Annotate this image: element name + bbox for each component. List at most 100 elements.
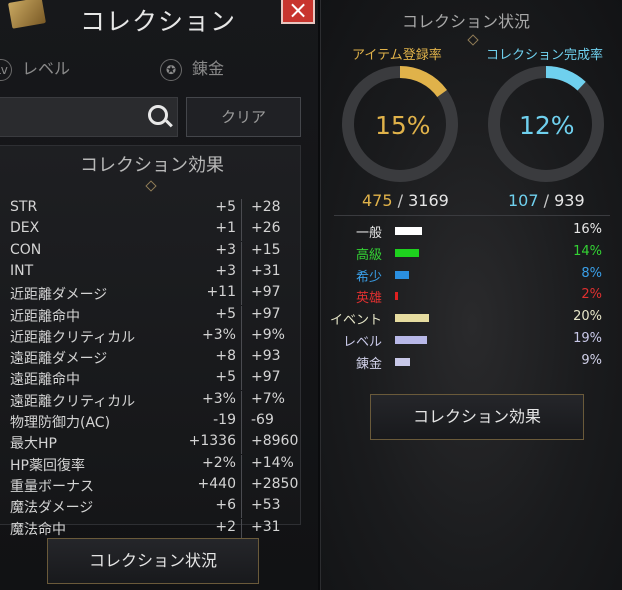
registration-count: 475 / 3169 <box>362 191 449 210</box>
stat-divider <box>241 433 242 455</box>
stat-divider <box>241 241 242 263</box>
divider <box>334 215 610 216</box>
stat-value-current: +2 <box>215 518 236 535</box>
stat-value-current: +5 <box>215 199 236 215</box>
stat-value-max: +15 <box>251 241 281 258</box>
rarity-bar <box>395 270 409 279</box>
search-icon[interactable] <box>148 105 168 125</box>
rarity-name: 一般 <box>355 226 382 241</box>
stat-value-current: +6 <box>215 497 236 514</box>
completion-current: 107 <box>508 191 539 210</box>
stat-name: 近距離命中 <box>10 308 80 325</box>
stat-name: 遠距離クリティカル <box>10 393 136 410</box>
stat-row: 遠距離命中 +5 +97 <box>0 369 300 391</box>
status-title: コレクション状況 <box>402 12 531 31</box>
stat-value-current: +3 <box>215 262 236 279</box>
stat-divider <box>241 497 242 519</box>
stat-divider <box>241 454 242 476</box>
stat-row: 遠距離クリティカル +3% +7% <box>0 390 300 412</box>
stat-value-current: -19 <box>213 412 236 428</box>
rarity-row: 高級 14% <box>330 244 610 264</box>
tab-level[interactable]: Lv レベル <box>0 55 70 81</box>
stat-row: CON +3 +15 <box>0 241 300 263</box>
stat-name: 遠距離ダメージ <box>10 351 108 368</box>
stat-name: 近距離ダメージ <box>10 287 108 304</box>
tab-level-label: レベル <box>22 59 71 78</box>
stat-divider <box>241 284 242 306</box>
rarity-row: 錬金 9% <box>330 353 610 373</box>
rarity-percent: 19% <box>573 331 602 346</box>
book-icon <box>8 0 46 29</box>
stat-value-current: +3 <box>215 241 236 258</box>
effects-title: コレクション効果 <box>80 155 224 176</box>
collection-status-button[interactable]: コレクション状況 <box>47 538 259 584</box>
stat-value-max: +93 <box>251 348 281 365</box>
stat-value-max: +8960 <box>251 433 299 450</box>
registration-current: 475 <box>362 191 393 210</box>
completion-count: 107 / 939 <box>508 191 585 210</box>
stat-row: 物理防御力(AC) -19 -69 <box>0 412 300 433</box>
stat-row: 近距離ダメージ +11 +97 <box>0 284 300 306</box>
tab-alchemy[interactable]: ✪ 錬金 <box>160 55 224 81</box>
clear-button[interactable]: クリア <box>186 97 301 137</box>
rarity-bar <box>395 357 411 366</box>
rarity-percent: 20% <box>573 309 602 325</box>
rarity-row: 一般 16% <box>330 222 610 242</box>
rarity-name: 錬金 <box>355 356 382 372</box>
stat-name: 魔法命中 <box>10 521 66 538</box>
stat-divider <box>241 412 242 433</box>
stat-row: STR +5 +28 <box>0 199 300 220</box>
tab-alchemy-label: 錬金 <box>192 59 225 78</box>
stat-row: 遠距離ダメージ +8 +93 <box>0 348 300 370</box>
stat-name: 重量ボーナス <box>10 478 94 495</box>
stat-name: CON <box>10 241 42 258</box>
stat-divider <box>241 220 242 242</box>
completion-percent: 12% <box>519 111 575 140</box>
stat-value-max: +26 <box>251 220 281 237</box>
stat-row: DEX +1 +26 <box>0 220 300 242</box>
level-icon: Lv <box>0 58 12 81</box>
stat-value-max: +2850 <box>251 475 299 492</box>
stat-value-max: +14% <box>251 454 294 471</box>
rarity-percent: 9% <box>581 352 602 368</box>
stat-name: HP薬回復率 <box>10 457 85 474</box>
pentagram-icon: ✪ <box>160 58 182 81</box>
stat-row: 魔法命中 +2 +31 <box>0 518 300 540</box>
rarity-bar <box>395 336 428 344</box>
stat-name: 近距離クリティカル <box>10 329 136 346</box>
stat-divider <box>241 326 242 348</box>
stat-value-current: +11 <box>206 284 236 301</box>
ornament-icon <box>144 182 156 190</box>
stat-value-current: +1 <box>215 220 236 237</box>
stat-divider <box>241 262 242 284</box>
stat-value-max: +53 <box>251 497 281 514</box>
stat-name: 遠距離命中 <box>10 372 80 389</box>
stat-name: INT <box>10 262 34 279</box>
count-separator: / <box>543 191 550 210</box>
stat-value-current: +440 <box>197 475 236 492</box>
item-registration-label: アイテム登録率 <box>352 48 442 63</box>
collection-effects-button[interactable]: コレクション効果 <box>370 394 584 440</box>
rarity-row: 希少 8% <box>330 266 610 286</box>
stat-value-max: +31 <box>251 518 281 535</box>
stat-divider <box>241 475 242 497</box>
registration-total: 3169 <box>408 191 449 210</box>
rarity-name: 高級 <box>355 247 382 263</box>
stat-row: INT +3 +31 <box>0 262 300 284</box>
stat-name: 魔法ダメージ <box>10 500 94 517</box>
stat-divider <box>241 369 242 391</box>
stat-row: 近距離命中 +5 +97 <box>0 305 300 327</box>
stat-row: HP薬回復率 +2% +14% <box>0 454 300 476</box>
stat-name: 最大HP <box>10 436 57 453</box>
close-button[interactable]: × <box>281 0 315 24</box>
stat-value-current: +5 <box>215 369 236 386</box>
stat-divider <box>241 390 242 412</box>
stat-value-current: +2% <box>202 454 236 471</box>
completion-rate-label: コレクション完成率 <box>486 48 604 63</box>
stat-value-max: +97 <box>251 284 281 301</box>
stat-divider <box>241 348 242 370</box>
stat-divider <box>241 305 242 327</box>
rarity-name: 英雄 <box>355 291 382 307</box>
rarity-bar <box>395 292 399 301</box>
stat-row: 重量ボーナス +440 +2850 <box>0 475 300 497</box>
